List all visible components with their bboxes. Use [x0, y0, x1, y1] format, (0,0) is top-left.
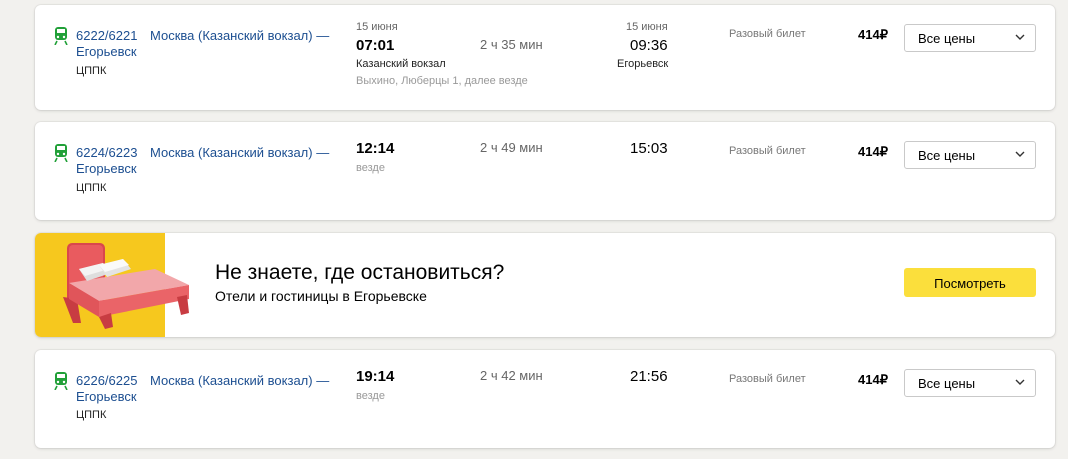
arrival-date: 15 июня: [626, 21, 668, 33]
prices-select[interactable]: Все цены: [904, 369, 1036, 397]
prices-select[interactable]: Все цены: [904, 141, 1036, 169]
promo-subtitle: Отели и гостиницы в Егорьевске: [215, 288, 427, 304]
promo-title: Не знаете, где остановиться?: [215, 261, 505, 284]
route-link[interactable]: Москва (Казанский вокзал) —: [150, 144, 329, 161]
chevron-down-icon: [1015, 34, 1025, 40]
departure-time: 12:14: [356, 140, 395, 157]
train-icon: [54, 144, 68, 162]
chevron-down-icon: [1015, 151, 1025, 157]
route-destination[interactable]: Егорьевск: [76, 160, 137, 177]
ticket-type: Разовый билет: [729, 373, 806, 385]
prices-select[interactable]: Все цены: [904, 24, 1036, 52]
train-number[interactable]: 6226/6225: [76, 372, 137, 389]
route-link[interactable]: Москва (Казанский вокзал) —: [150, 27, 329, 44]
train-number[interactable]: 6224/6223: [76, 144, 137, 161]
arrival-time: 21:56: [630, 368, 668, 385]
price: 414₽: [858, 144, 888, 159]
stops-info: Выхино, Люберцы 1, далее везде: [356, 75, 528, 87]
price: 414₽: [858, 27, 888, 42]
carrier-label: ЦППК: [76, 409, 107, 421]
prices-select-label: Все цены: [918, 31, 976, 46]
arrival-time: 09:36: [630, 37, 668, 54]
route-link[interactable]: Москва (Казанский вокзал) —: [150, 372, 329, 389]
stops-info: везде: [356, 162, 385, 174]
trip-duration: 2 ч 49 мин: [480, 140, 543, 155]
train-row[interactable]: 6224/6223 Москва (Казанский вокзал) — Ег…: [35, 122, 1055, 220]
ticket-type: Разовый билет: [729, 28, 806, 40]
carrier-label: ЦППК: [76, 65, 107, 77]
train-row[interactable]: 6222/6221 Москва (Казанский вокзал) — Ег…: [35, 5, 1055, 110]
train-number[interactable]: 6222/6221: [76, 27, 137, 44]
bed-illustration: [63, 243, 189, 329]
view-hotels-button[interactable]: Посмотреть: [904, 268, 1036, 297]
arrival-station: Егорьевск: [617, 58, 669, 70]
departure-time: 07:01: [356, 37, 395, 54]
departure-time: 19:14: [356, 368, 395, 385]
trip-duration: 2 ч 42 мин: [480, 368, 543, 383]
prices-select-label: Все цены: [918, 148, 976, 163]
prices-select-label: Все цены: [918, 376, 976, 391]
departure-station: Казанский вокзал: [356, 58, 446, 70]
departure-date: 15 июня: [356, 21, 398, 33]
hotel-promo-banner: Не знаете, где остановиться? Отели и гос…: [35, 233, 1055, 337]
train-row[interactable]: 6226/6225 Москва (Казанский вокзал) — Ег…: [35, 350, 1055, 448]
train-icon: [54, 27, 68, 45]
arrival-time: 15:03: [630, 140, 668, 157]
trip-duration: 2 ч 35 мин: [480, 37, 543, 52]
chevron-down-icon: [1015, 379, 1025, 385]
stops-info: везде: [356, 390, 385, 402]
price: 414₽: [858, 372, 888, 387]
route-destination[interactable]: Егорьевск: [76, 43, 137, 60]
route-destination[interactable]: Егорьевск: [76, 388, 137, 405]
ticket-type: Разовый билет: [729, 145, 806, 157]
train-icon: [54, 372, 68, 390]
carrier-label: ЦППК: [76, 182, 107, 194]
